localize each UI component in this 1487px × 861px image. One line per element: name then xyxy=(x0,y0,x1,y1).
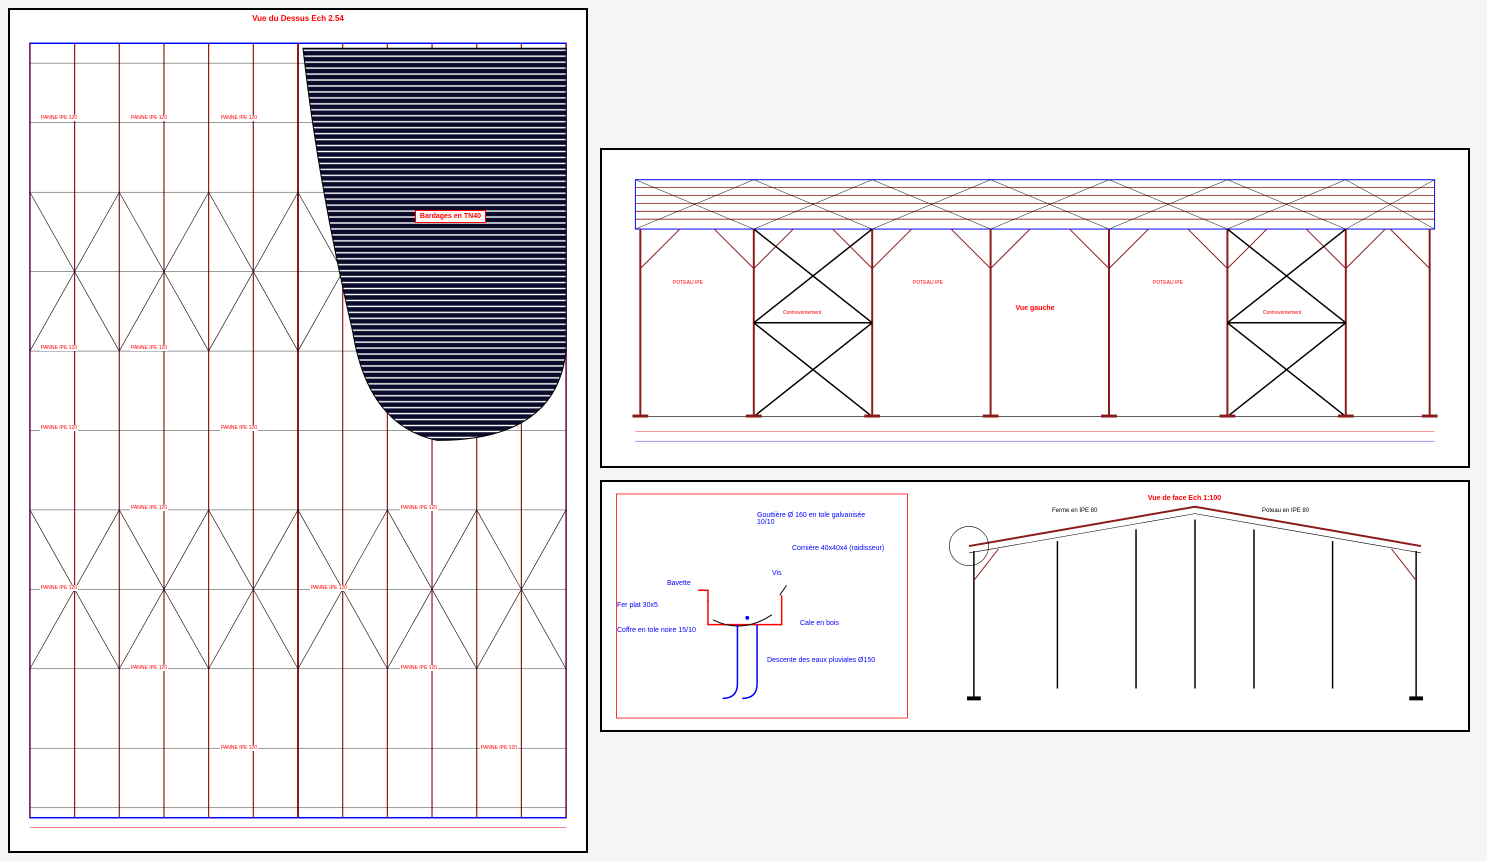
purlin-tag: PANNE IPE 120 xyxy=(40,115,78,121)
corniere-label: Cornière 40x40x4 (raidisseur) xyxy=(792,545,892,552)
purlin-tag: PANNE IPE 120 xyxy=(40,345,78,351)
bavette-label: Bavette xyxy=(667,580,691,587)
brace-tag: Contreventement xyxy=(1262,310,1302,316)
gouttiere-label: Gouttière Ø 160 en tole galvanisée 10/10 xyxy=(757,512,867,526)
purlin-tag: PANNE IPE 120 xyxy=(40,585,78,591)
elevation-sheet: Vue gauche POTEAU IPE POTEAU IPE POTEAU … xyxy=(600,148,1470,468)
poteau-label: Poteau en IPE 80 xyxy=(1262,508,1309,514)
purlin-tag: PANNE IPE 120 xyxy=(400,505,438,511)
coffre-label: Coffre en tole noire 15/10 xyxy=(617,627,697,634)
gutter-detail: Gouttière Ø 160 en tole galvanisée 10/10… xyxy=(612,492,912,720)
cale-label: Cale en bois xyxy=(800,620,839,627)
front-view-drawing xyxy=(932,492,1458,720)
purlin-tag: PANNE IPE 120 xyxy=(310,585,348,591)
purlin-tag: PANNE IPE 120 xyxy=(130,505,168,511)
ferme-label: Ferme en IPE 80 xyxy=(1052,508,1097,514)
front-title: Vue de face Ech 1:100 xyxy=(1148,495,1221,502)
purlin-tag: PANNE IPE 120 xyxy=(220,745,258,751)
purlin-tag: PANNE IPE 120 xyxy=(130,115,168,121)
purlin-tag: PANNE IPE 120 xyxy=(220,115,258,121)
purlin-tag: PANNE IPE 120 xyxy=(40,425,78,431)
purlin-tag: PANNE IPE 120 xyxy=(400,665,438,671)
roof-plan-sheet: Vue du Dessus Ech 2.54 xyxy=(8,8,588,853)
column-tag: POTEAU IPE xyxy=(1152,280,1184,286)
fer-plat-label: Fer plat 30x5 xyxy=(617,602,658,609)
vis-label: Vis xyxy=(772,570,782,577)
column-tag: POTEAU IPE xyxy=(672,280,704,286)
brace-tag: Contreventement xyxy=(782,310,822,316)
detail-sheet: Gouttière Ø 160 en tole galvanisée 10/10… xyxy=(600,480,1470,732)
purlin-tag: PANNE IPE 120 xyxy=(220,425,258,431)
purlin-tag: PANNE IPE 120 xyxy=(130,345,168,351)
purlin-tag: PANNE IPE 120 xyxy=(480,745,518,751)
front-view: Vue de face Ech 1:100 Ferme en IPE 80 Po… xyxy=(932,492,1458,720)
purlin-tag: PANNE IPE 120 xyxy=(130,665,168,671)
elevation-title: Vue gauche xyxy=(1015,305,1054,312)
descente-label: Descente des eaux pluviales Ø150 xyxy=(767,657,877,664)
column-tag: POTEAU IPE xyxy=(912,280,944,286)
